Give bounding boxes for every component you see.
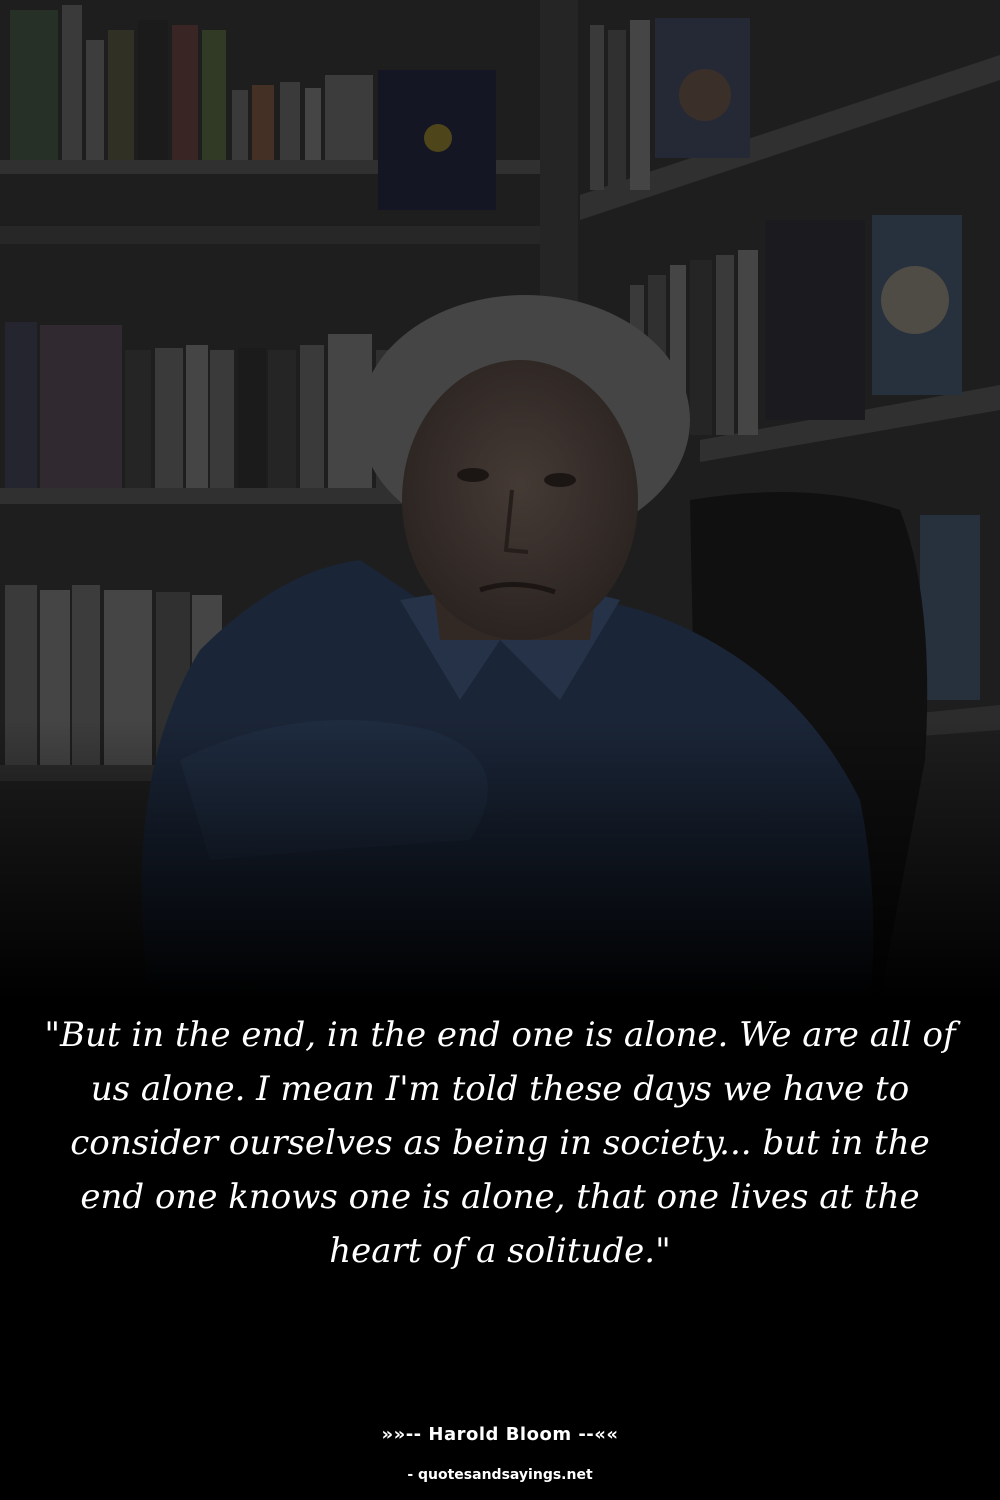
author-attribution: »»-- Harold Bloom --«« [381, 1424, 619, 1445]
background-photo [0, 0, 1000, 1000]
source-site: - quotesandsayings.net [407, 1467, 593, 1483]
quote-text: "But in the end, in the end one is alone… [44, 1015, 956, 1271]
